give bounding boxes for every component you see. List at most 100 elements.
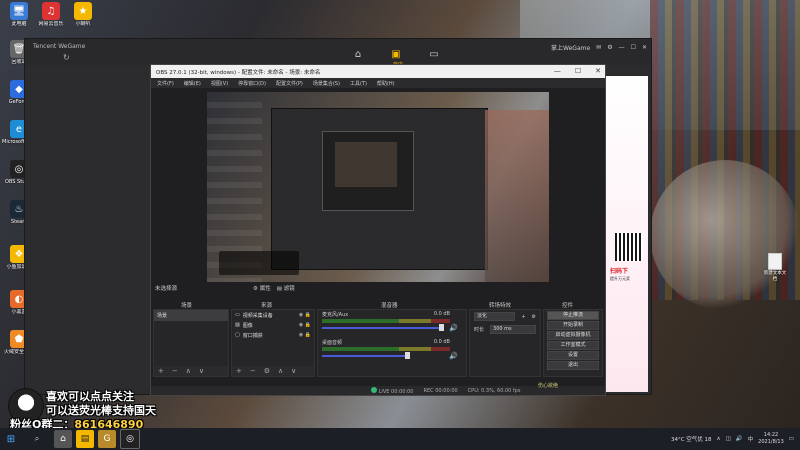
transition-settings-icon[interactable]: ⚙: [532, 314, 536, 320]
scene-item[interactable]: 场景: [154, 310, 228, 321]
desktop-icon[interactable]: ♫ 网易云音乐: [34, 2, 68, 27]
obs-preview-canvas[interactable]: [207, 92, 549, 282]
menu-file[interactable]: 文件(F): [157, 80, 174, 87]
volume-slider[interactable]: [322, 355, 406, 357]
search-icon[interactable]: ⌕: [22, 431, 52, 447]
mobile-wegame-link[interactable]: 掌上WeGame: [551, 43, 590, 52]
launcher-window-controls: 掌上WeGame ✉ ⚙ — ☐ ✕: [551, 43, 647, 52]
camera-icon: ▭: [235, 312, 240, 318]
add-source-button[interactable]: +: [236, 367, 242, 375]
taskbar-app-explorer[interactable]: ⌂: [54, 430, 72, 448]
preview-nested-obs-3: [335, 142, 397, 187]
transitions-header: 转场特效: [489, 303, 512, 309]
launcher-title: Tencent WeGame: [33, 43, 86, 50]
notification-icon[interactable]: ▭: [789, 436, 794, 442]
exit-button[interactable]: 退出: [547, 361, 599, 370]
network-icon[interactable]: ◫: [726, 436, 731, 442]
sources-toolbar: + − ⚙ ∧ ∨: [232, 366, 314, 376]
clock[interactable]: 14:22 2021/8/13: [758, 432, 784, 446]
window-icon: ▢: [235, 332, 240, 338]
volume-slider-handle[interactable]: [405, 352, 410, 359]
windows-start-icon[interactable]: ⊞: [0, 428, 22, 450]
move-down-icon[interactable]: ∨: [291, 367, 296, 375]
menu-view[interactable]: 视图(V): [211, 80, 228, 87]
properties-button[interactable]: ⚙ 属性: [253, 284, 271, 292]
source-item[interactable]: ▭ 视频采集设备 ◉ 🔒: [232, 310, 314, 320]
close-button[interactable]: ✕: [642, 44, 647, 51]
launcher-bottom-label: 伤心欲绝: [538, 383, 559, 389]
refresh-icon[interactable]: ↻: [63, 53, 70, 62]
minimize-button[interactable]: —: [619, 44, 625, 51]
menu-tools[interactable]: 工具(T): [350, 80, 367, 87]
app-icon: ★: [74, 2, 92, 20]
taskbar-app-obs[interactable]: ◎: [120, 429, 140, 449]
volume-meter: [322, 347, 450, 351]
visibility-eye-icon[interactable]: ◉ 🔒: [299, 332, 311, 338]
home-icon[interactable]: ⌂: [350, 47, 366, 61]
preview-side-panel: [485, 110, 549, 282]
mixer-track-desktop: 桌面音频 0.0 dB 🔊: [318, 338, 466, 366]
obs-dock-panels: 未选择源 ⚙ 属性 ▤ 滤镜 场景 来源 混音器 转场特效 控件 场景 + − …: [151, 283, 605, 385]
speaker-icon[interactable]: 🔊: [449, 352, 458, 360]
desktop-file-new-text[interactable]: 新建文本文档: [762, 253, 788, 282]
streamer-overlay: 喜欢可以点点关注 可以送荧光棒支持国天 粉丝Q群二：861646890: [0, 388, 260, 431]
menu-edit[interactable]: 编辑(E): [184, 80, 201, 87]
menu-profile[interactable]: 配置文件(P): [276, 80, 303, 87]
filters-button[interactable]: ▤ 滤镜: [277, 284, 295, 292]
add-transition-button[interactable]: +: [521, 314, 525, 320]
scenes-panel: 场景 + − ∧ ∨: [153, 309, 229, 377]
studio-mode-button[interactable]: 工作室模式: [547, 341, 599, 350]
desktop-icon[interactable]: ★ 小喇叭: [66, 2, 100, 27]
remove-scene-button[interactable]: −: [172, 367, 178, 375]
source-settings-icon[interactable]: ⚙: [264, 367, 270, 375]
source-item[interactable]: ▢ 窗口捕获 ◉ 🔒: [232, 330, 314, 340]
preview-nested-obs-2: [322, 131, 414, 211]
move-up-icon[interactable]: ∧: [186, 367, 191, 375]
add-scene-button[interactable]: +: [158, 367, 164, 375]
source-item[interactable]: ▨ 图像 ◉ 🔒: [232, 320, 314, 330]
volume-slider[interactable]: [322, 327, 440, 329]
volume-meter: [322, 319, 450, 323]
remove-source-button[interactable]: −: [250, 367, 256, 375]
taskbar-app-files[interactable]: ▤: [76, 430, 94, 448]
stop-streaming-button[interactable]: 停止推流: [547, 311, 599, 320]
volume-slider-handle[interactable]: [439, 324, 444, 331]
desktop-icon[interactable]: 🖥 此电脑: [2, 2, 36, 27]
mail-icon[interactable]: ✉: [596, 44, 601, 51]
maximize-button[interactable]: ☐: [631, 44, 636, 51]
app-icon: ♫: [42, 2, 60, 20]
transition-duration-row: 时长 300 ms: [470, 323, 540, 336]
text-file-icon: [768, 253, 782, 270]
transitions-panel: 淡化 + ⚙ 时长 300 ms: [469, 309, 541, 377]
ime-indicator[interactable]: 中: [748, 435, 754, 443]
obs-close-button[interactable]: ✕: [595, 67, 601, 75]
menu-help[interactable]: 帮助(H): [377, 80, 395, 87]
settings-icon[interactable]: ⚙: [607, 44, 612, 51]
settings-button[interactable]: 设置: [547, 351, 599, 360]
move-up-icon[interactable]: ∧: [278, 367, 283, 375]
shop-bag-icon[interactable]: ▣: [388, 47, 404, 61]
transition-type-select[interactable]: 淡化: [474, 312, 516, 321]
obs-title: OBS 27.0.1 (32-bit, windows) - 配置文件: 未命名…: [156, 69, 321, 76]
duration-label: 时长: [474, 327, 485, 333]
menu-docks[interactable]: 停靠窗口(D): [238, 80, 266, 87]
visibility-eye-icon[interactable]: ◉ 🔒: [299, 322, 311, 328]
start-virtual-camera-button[interactable]: 启动虚拟摄像机: [547, 331, 599, 340]
visibility-eye-icon[interactable]: ◉ 🔒: [299, 312, 311, 318]
move-down-icon[interactable]: ∨: [199, 367, 204, 375]
menu-scene-collection[interactable]: 场景集合(S): [313, 80, 340, 87]
tray-chevron-icon[interactable]: ∧: [717, 436, 721, 442]
duration-input[interactable]: 300 ms: [490, 325, 536, 334]
mixer-track-name: 桌面音频: [322, 340, 343, 346]
volume-icon[interactable]: 🔊: [736, 436, 743, 442]
obs-maximize-button[interactable]: ☐: [575, 67, 581, 75]
video-icon[interactable]: ▭: [426, 47, 442, 61]
start-recording-button[interactable]: 开始录制: [547, 321, 599, 330]
mixer-header: 混音器: [381, 303, 398, 309]
weather-widget[interactable]: 34°C 空气优 18: [671, 435, 712, 443]
app-icon: 🖥: [10, 2, 28, 20]
speaker-icon[interactable]: 🔊: [449, 324, 458, 332]
obs-minimize-button[interactable]: —: [554, 67, 561, 75]
taskbar-app-wegame[interactable]: G: [98, 430, 116, 448]
preview-streamer-overlay: [219, 251, 299, 275]
